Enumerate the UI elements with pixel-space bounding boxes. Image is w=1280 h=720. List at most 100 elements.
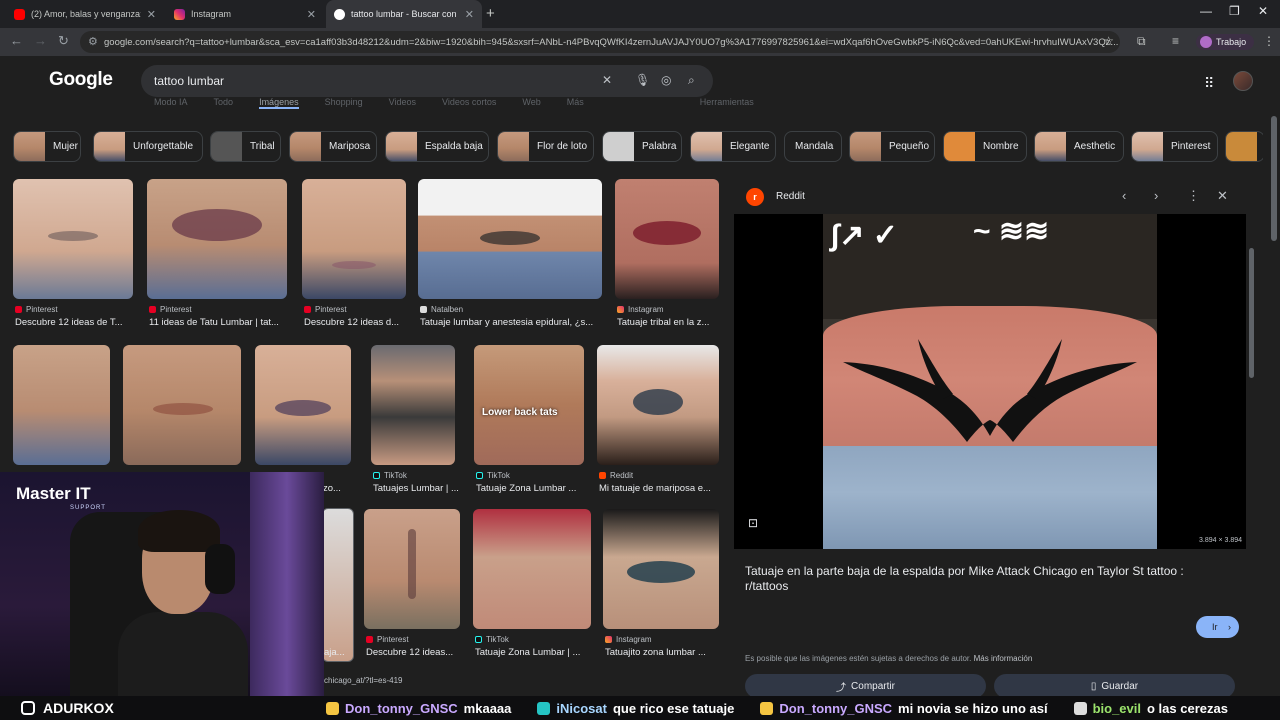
close-icon[interactable]: ✕ [465,8,474,21]
page-scrollbar[interactable] [1271,116,1277,241]
tab-title: tattoo lumbar - Buscar con Goo [351,9,459,19]
image-result[interactable]: Natalben Tatuaje lumbar y anestesia epid… [418,179,604,334]
reading-list-icon[interactable]: ≡ [1172,34,1179,48]
panel-scrollbar[interactable] [1249,248,1254,378]
forward-icon[interactable]: → [34,33,47,48]
chip[interactable]: Tribal [210,131,281,162]
site-info-icon[interactable]: ⚙ [88,35,98,48]
result-caption[interactable]: zo... [323,483,353,494]
search-input[interactable]: tattoo lumbar ✕ 🎙 ◎ ⌕ [141,65,713,97]
image-result[interactable]: TikTok Tatuaje Zona Lumbar | ... [473,509,592,664]
search-icon[interactable]: ⌕ [688,73,695,88]
close-panel-icon[interactable]: ✕ [1217,188,1228,204]
result-caption[interactable]: 11 ideas de Tatu Lumbar | tat... [149,317,289,328]
more-options-icon[interactable]: ⋮ [1187,188,1200,204]
result-source: TikTok [476,471,510,480]
browser-tab-youtube[interactable]: (2) Amor, balas y venganza: Ro ✕ [6,0,164,28]
image-result[interactable]: Pinterest Descubre 12 ideas d... [302,179,406,334]
chip[interactable]: Mandala [784,131,842,162]
clear-icon[interactable]: ✕ [602,73,612,87]
browser-tab-google[interactable]: tattoo lumbar - Buscar con Goo ✕ [326,0,482,28]
menu-kebab-icon[interactable]: ⋮ [1263,34,1275,48]
tab-shopping[interactable]: Shopping [325,97,363,109]
image-result[interactable]: Pinterest 11 ideas de Tatu Lumbar | tat.… [147,179,289,334]
image-result[interactable]: TikTok Tatuajes Lumbar | ... [371,345,459,500]
result-caption[interactable]: Tatuajito zona lumbar ... [605,647,721,658]
result-caption[interactable]: Tatuaje tribal en la z... [617,317,721,328]
tab-all[interactable]: Todo [214,97,234,109]
new-tab-icon[interactable]: + [486,5,495,22]
image-result[interactable] [13,345,111,465]
account-avatar[interactable] [1233,71,1253,91]
tab-short-videos[interactable]: Videos cortos [442,97,496,109]
image-result[interactable]: Pinterest Descubre 12 ideas... [364,509,462,664]
result-caption[interactable]: aja... [324,647,354,658]
maximize-icon[interactable]: ❐ [1229,4,1240,18]
chip[interactable]: Pequeño [849,131,935,162]
next-icon[interactable]: › [1154,188,1158,203]
result-caption[interactable]: Tatuajes Lumbar | ... [373,483,461,494]
lens-icon[interactable]: ◎ [661,73,671,87]
chip-label: Tribal [250,141,275,152]
chip[interactable]: Unforgettable [93,131,203,162]
result-caption[interactable]: Descubre 12 ideas... [366,647,462,658]
result-caption[interactable]: Descubre 12 ideas d... [304,317,408,328]
browser-tab-instagram[interactable]: Instagram ✕ [166,0,324,28]
source-label: Pinterest [377,635,409,644]
minimize-icon[interactable]: — [1200,4,1212,18]
close-icon[interactable]: ✕ [147,8,156,21]
tab-videos[interactable]: Videos [389,97,416,109]
tab-web[interactable]: Web [522,97,540,109]
result-source: Reddit [599,471,633,480]
tab-images[interactable]: Imágenes [259,97,299,109]
apps-grid-icon[interactable]: ⠿ [1204,75,1214,92]
image-result[interactable]: Instagram Tatuaje tribal en la z... [615,179,721,334]
chip[interactable]: Nombre [943,131,1027,162]
share-button[interactable]: ⤴ Compartir [745,674,986,698]
preview-image-area[interactable]: ∫↗ ✓ ~ ≋≋ ⊡ 3.894 × 3.894 [734,214,1246,549]
window-close-icon[interactable]: ✕ [1258,4,1268,18]
chip[interactable]: Elegante [690,131,776,162]
image-result[interactable]: Instagram Tatuajito zona lumbar ... [603,509,721,664]
chip[interactable]: Mariposa [289,131,377,162]
google-logo[interactable]: Google [49,69,113,91]
address-bar[interactable]: ⚙ google.com/search?q=tattoo+lumbar&sca_… [80,31,1120,53]
chip[interactable] [1225,131,1263,162]
image-result[interactable]: Pinterest Descubre 12 ideas de T... [13,179,134,334]
tab-ai-mode[interactable]: Modo IA [154,97,188,109]
visit-button[interactable]: Ir › [1196,616,1239,638]
chip[interactable]: Pinterest [1131,131,1218,162]
result-caption[interactable]: Mi tatuaje de mariposa e... [599,483,721,494]
reload-icon[interactable]: ↻ [58,33,69,49]
panel-source[interactable]: Reddit [776,191,805,202]
chip[interactable]: Aesthetic [1034,131,1124,162]
tab-title: Instagram [191,9,232,19]
close-icon[interactable]: ✕ [307,8,316,21]
profile-button[interactable]: Trabajo [1196,34,1255,50]
back-icon[interactable]: ← [10,33,23,48]
chip[interactable]: Mujer [13,131,81,162]
result-caption[interactable]: Tatuaje Zona Lumbar | ... [475,647,593,658]
chip[interactable]: Palabra [602,131,682,162]
lens-search-icon[interactable]: ⊡ [748,516,758,530]
source-label: Pinterest [160,305,192,314]
save-button[interactable]: ▯ Guardar [994,674,1235,698]
previous-icon[interactable]: ‹ [1122,188,1126,203]
image-result[interactable]: aja... [322,508,356,666]
extensions-icon[interactable]: ⧉ [1137,34,1146,49]
image-result[interactable] [123,345,242,465]
result-caption[interactable]: Tatuaje lumbar y anestesia epidural, ¿s.… [420,317,604,328]
chip[interactable]: Espalda baja [385,131,489,162]
bookmark-star-icon[interactable]: ☆ [1103,34,1114,48]
result-caption[interactable]: Tatuaje Zona Lumbar ... [476,483,588,494]
image-result[interactable]: Reddit Mi tatuaje de mariposa e... [597,345,721,500]
result-caption[interactable]: Descubre 12 ideas de T... [15,317,133,328]
preview-title[interactable]: Tatuaje en la parte baja de la espalda p… [745,564,1190,594]
tab-more[interactable]: Más [567,97,584,109]
result-source: Pinterest [304,305,347,314]
chip[interactable]: Flor de loto [497,131,594,162]
tab-tools[interactable]: Herramientas [700,97,754,109]
microphone-icon[interactable]: 🎙 [635,73,650,87]
image-result[interactable]: Lower back tats TikTok Tatuaje Zona Lumb… [474,345,586,500]
more-info-link[interactable]: Más información [974,654,1033,663]
